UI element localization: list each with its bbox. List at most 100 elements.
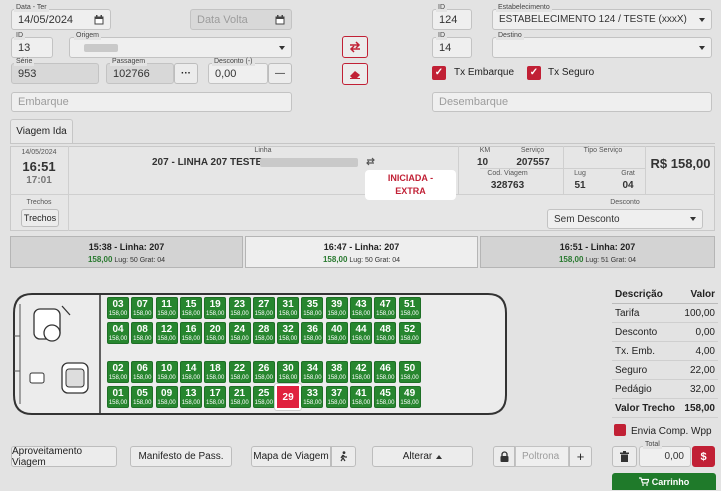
- seat[interactable]: 50 158,00: [398, 361, 421, 383]
- desembarque-input[interactable]: Desembarque: [432, 92, 712, 112]
- seat[interactable]: 26 158,00: [252, 361, 275, 383]
- passagem-more-button[interactable]: ···: [174, 63, 198, 84]
- seat[interactable]: 31 158,00: [277, 297, 300, 319]
- trip-option[interactable]: 16:47 - Linha: 207 158,00 Lug: 50 Grat: …: [245, 236, 478, 268]
- seat[interactable]: 45 158,00: [374, 386, 397, 408]
- add-poltrona-button[interactable]: +: [569, 446, 592, 467]
- seat[interactable]: 15 158,00: [179, 297, 202, 319]
- seat[interactable]: 49 158,00: [398, 386, 421, 408]
- seat[interactable]: 33 158,00: [301, 386, 324, 408]
- aproveitamento-button[interactable]: Aproveitamento Viagem: [11, 446, 117, 468]
- trechos-button[interactable]: Trechos: [21, 209, 59, 227]
- tab-viagem-ida[interactable]: Viagem Ida: [10, 119, 73, 143]
- passagem-input[interactable]: 102766: [106, 63, 174, 84]
- seat[interactable]: 44 158,00: [350, 322, 372, 344]
- envia-wpp-checkbox[interactable]: [614, 424, 626, 436]
- seat[interactable]: 52 158,00: [398, 322, 421, 344]
- seat[interactable]: 30 158,00: [277, 361, 300, 383]
- refresh-icon[interactable]: [365, 156, 376, 167]
- seat-price: 158,00: [133, 400, 152, 406]
- poltrona-placeholder: Poltrona: [522, 451, 560, 462]
- seat[interactable]: 11 158,00: [155, 297, 178, 319]
- seat[interactable]: 16 158,00: [179, 322, 202, 344]
- seat[interactable]: 41 158,00: [350, 386, 372, 408]
- seat[interactable]: 43 158,00: [350, 297, 372, 319]
- poltrona-input[interactable]: Poltrona: [515, 446, 569, 467]
- trip-option-seats: Lug: 50 Grat: 04: [114, 257, 165, 264]
- walk-button[interactable]: [331, 446, 356, 467]
- seat-price: 158,00: [303, 400, 322, 406]
- tx-seguro-checkbox[interactable]: ✓: [527, 66, 541, 80]
- return-date-input[interactable]: Data Volta: [190, 9, 292, 30]
- seat[interactable]: 12 158,00: [155, 322, 178, 344]
- seat-price: 158,00: [278, 311, 298, 317]
- seat[interactable]: 03 158,00: [107, 297, 129, 319]
- tx-embarque-checkbox[interactable]: ✓: [432, 66, 446, 80]
- total-input[interactable]: 0,00: [639, 446, 691, 467]
- seat[interactable]: 32 158,00: [277, 322, 300, 344]
- seat[interactable]: 35 158,00: [301, 297, 324, 319]
- seat[interactable]: 23 158,00: [228, 297, 251, 319]
- seat[interactable]: 09 158,00: [155, 386, 178, 408]
- walking-person-icon: [340, 451, 347, 462]
- destino-select[interactable]: [492, 37, 712, 58]
- seat[interactable]: 34 158,00: [301, 361, 324, 383]
- seat[interactable]: 10 158,00: [155, 361, 178, 383]
- desconto-input[interactable]: 0,00: [208, 63, 268, 84]
- seat[interactable]: 24 158,00: [228, 322, 251, 344]
- seat[interactable]: 02 158,00: [107, 361, 129, 383]
- seat[interactable]: 05 158,00: [131, 386, 154, 408]
- seat[interactable]: 04 158,00: [107, 322, 129, 344]
- seat[interactable]: 39 158,00: [325, 297, 348, 319]
- seat[interactable]: 07 158,00: [131, 297, 154, 319]
- estabelecimento-select[interactable]: ESTABELECIMENTO 124 / TESTE (xxxX): [492, 9, 712, 30]
- destino-id-input[interactable]: 14: [432, 37, 472, 58]
- carrinho-button[interactable]: Carrinho: [612, 473, 716, 490]
- seat[interactable]: 27 158,00: [252, 297, 275, 319]
- serie-input[interactable]: 953: [11, 63, 99, 84]
- minus-button[interactable]: —: [268, 63, 292, 84]
- seat[interactable]: 42 158,00: [350, 361, 372, 383]
- swap-button[interactable]: [342, 36, 368, 58]
- seat[interactable]: 18 158,00: [204, 361, 227, 383]
- seat[interactable]: 40 158,00: [325, 322, 348, 344]
- trash-button[interactable]: [612, 446, 637, 467]
- alterar-button[interactable]: Alterar: [372, 446, 473, 467]
- seat[interactable]: 47 158,00: [374, 297, 397, 319]
- seat[interactable]: 38 158,00: [325, 361, 348, 383]
- seat[interactable]: 48 158,00: [374, 322, 397, 344]
- seat[interactable]: 01 158,00: [107, 386, 129, 408]
- seat[interactable]: 22 158,00: [228, 361, 251, 383]
- trip-option-selected[interactable]: 16:51 - Linha: 207 158,00 Lug: 51 Grat: …: [480, 236, 715, 268]
- seat[interactable]: 36 158,00: [301, 322, 324, 344]
- dollar-button[interactable]: $: [692, 446, 715, 467]
- estabelecimento-id-input[interactable]: 124: [432, 9, 472, 30]
- seat[interactable]: 25 158,00: [252, 386, 275, 408]
- seat-price: 158,00: [254, 375, 273, 381]
- seat[interactable]: 37 158,00: [325, 386, 348, 408]
- clear-button[interactable]: [342, 63, 368, 85]
- trip-option[interactable]: 15:38 - Linha: 207 158,00 Lug: 50 Grat: …: [10, 236, 243, 268]
- mapa-viagem-button[interactable]: Mapa de Viagem: [251, 446, 331, 467]
- origem-id-input[interactable]: 13: [11, 37, 53, 58]
- seat[interactable]: 19 158,00: [204, 297, 227, 319]
- trip-option-title: 16:47 - Linha: 207: [323, 242, 400, 252]
- seat[interactable]: 14 158,00: [179, 361, 202, 383]
- status-line-2: EXTRA: [395, 186, 426, 196]
- seat[interactable]: 20 158,00: [204, 322, 227, 344]
- seat[interactable]: 13 158,00: [179, 386, 202, 408]
- embarque-input[interactable]: Embarque: [11, 92, 292, 112]
- seat[interactable]: 21 158,00: [228, 386, 251, 408]
- seat[interactable]: 17 158,00: [204, 386, 227, 408]
- seat[interactable]: 51 158,00: [398, 297, 421, 319]
- desconto-select[interactable]: Sem Desconto: [547, 209, 703, 229]
- seat[interactable]: 28 158,00: [252, 322, 275, 344]
- lock-button[interactable]: [493, 446, 515, 467]
- manifesto-button[interactable]: Manifesto de Pass.: [130, 446, 232, 467]
- date-input[interactable]: 14/05/2024: [11, 9, 111, 30]
- seat[interactable]: 08 158,00: [131, 322, 154, 344]
- origem-select[interactable]: [69, 37, 292, 58]
- seat[interactable]: 46 158,00: [374, 361, 397, 383]
- seat[interactable]: 06 158,00: [131, 361, 154, 383]
- seat-selected[interactable]: 29: [275, 384, 302, 410]
